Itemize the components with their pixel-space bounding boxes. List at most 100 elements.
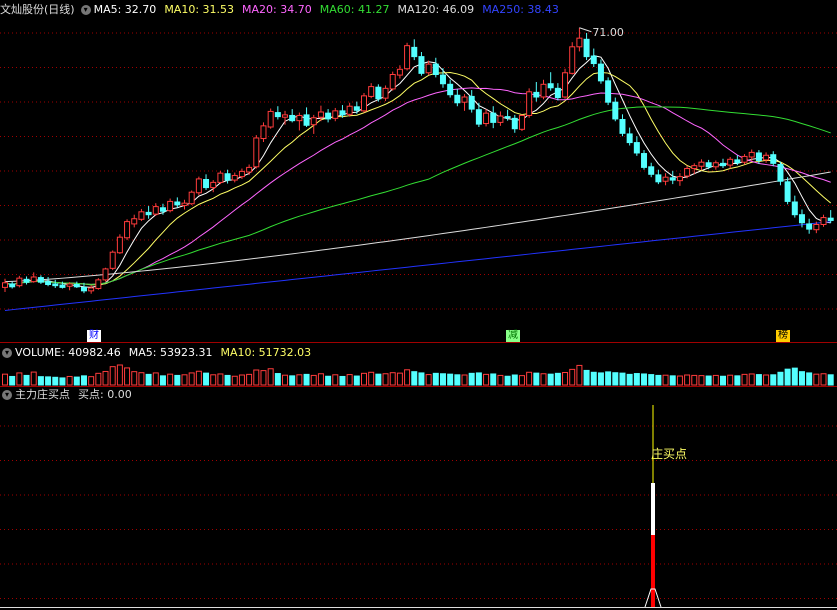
candle	[641, 150, 648, 170]
candle	[109, 250, 116, 271]
candle	[131, 214, 138, 228]
indicator-chart[interactable]: 庄买点	[0, 403, 837, 610]
candle-body	[763, 154, 770, 161]
candle-body	[217, 172, 224, 183]
volume-bar	[727, 374, 734, 386]
candle-body	[712, 162, 719, 168]
candle	[648, 162, 655, 178]
volume-bar	[224, 374, 231, 386]
volume-bar	[102, 370, 109, 386]
candle	[375, 84, 382, 102]
volume-bar	[720, 375, 726, 386]
candle-body	[662, 176, 669, 182]
candle-body	[518, 114, 525, 130]
chevron-down-icon[interactable]: ▾	[80, 5, 91, 15]
volume-bar	[238, 374, 245, 386]
candle	[52, 279, 59, 288]
volume-bar	[454, 374, 461, 386]
volume-bar	[66, 375, 73, 386]
ma20-label: MA20: 34.70	[242, 3, 312, 16]
candle-body	[361, 95, 367, 112]
candle-body	[274, 112, 281, 118]
candle	[411, 39, 418, 61]
candle	[712, 160, 719, 170]
volume-bar	[439, 373, 446, 386]
event-tag-cai[interactable]: 财	[87, 330, 101, 342]
volume-bar	[23, 374, 30, 386]
chevron-down-icon[interactable]: ▾	[2, 390, 12, 400]
volume-bar	[511, 374, 518, 386]
candle-body	[353, 106, 360, 111]
volume-bar	[418, 372, 425, 386]
candle-body	[777, 164, 784, 182]
candle	[195, 176, 202, 196]
candle-body	[447, 83, 454, 96]
volume-chart[interactable]	[0, 361, 837, 388]
candlestick-chart[interactable]: 71.00	[0, 0, 837, 343]
candle	[483, 109, 490, 127]
candle	[396, 65, 403, 79]
main-legend: 文灿股份(日线) ▾ MA5: 32.70 MA10: 31.53 MA20: 34.7…	[0, 2, 567, 18]
candle	[231, 172, 238, 183]
candle-body	[605, 80, 612, 103]
volume-bar	[339, 375, 346, 386]
candle-body	[547, 83, 554, 89]
candle-body	[676, 176, 683, 182]
volume-bar	[748, 373, 755, 386]
candle-body	[253, 137, 260, 168]
candle	[2, 278, 8, 292]
volume-bar	[712, 374, 719, 386]
volume-bar	[827, 374, 834, 386]
volume-bar	[52, 376, 59, 386]
volume-bar	[533, 372, 540, 386]
candle-body	[145, 211, 152, 216]
candle-body	[9, 283, 16, 288]
volume-bar	[246, 373, 253, 386]
candle	[23, 276, 30, 285]
high-price-label: 71.00	[592, 26, 624, 39]
candle-body	[540, 83, 547, 98]
volume-ma5-label: MA5: 53923.31	[128, 346, 213, 359]
candle-body	[432, 63, 439, 76]
volume-bars	[2, 364, 834, 386]
candle	[454, 88, 461, 107]
chevron-down-icon[interactable]: ▾	[2, 348, 12, 358]
candle	[820, 214, 827, 227]
candle-body	[167, 200, 174, 212]
volume-bar	[655, 374, 662, 386]
candle-body	[784, 181, 791, 202]
volume-bar	[9, 375, 16, 386]
candle-body	[267, 110, 274, 128]
candle-body	[131, 218, 138, 225]
volume-bar	[203, 372, 210, 386]
candle	[296, 112, 303, 131]
volume-bar	[59, 377, 66, 386]
candle	[547, 72, 554, 91]
candle	[361, 92, 367, 113]
volume-bar	[806, 372, 813, 386]
volume-bar	[167, 373, 174, 386]
volume-bar	[396, 372, 403, 386]
price-grid	[0, 32, 837, 310]
candle-body	[475, 109, 482, 125]
candle	[346, 102, 353, 117]
candle	[188, 190, 195, 205]
volume-bar	[734, 375, 741, 386]
event-tag-jian[interactable]: 减	[506, 330, 520, 342]
event-tag-bang[interactable]: 榜	[776, 330, 790, 342]
candle	[145, 206, 152, 219]
candle-body	[497, 115, 504, 123]
candle	[633, 136, 640, 156]
candle	[116, 234, 123, 254]
buy-signal	[644, 405, 662, 608]
volume-bar	[325, 375, 332, 386]
volume-bar	[274, 373, 281, 386]
candle	[576, 27, 583, 52]
volume-bar	[131, 371, 138, 386]
volume-bar	[425, 374, 432, 386]
candle-body	[116, 236, 123, 254]
candle	[806, 218, 813, 234]
candle	[439, 68, 446, 88]
candle	[684, 165, 691, 179]
volume-bar	[597, 372, 604, 386]
